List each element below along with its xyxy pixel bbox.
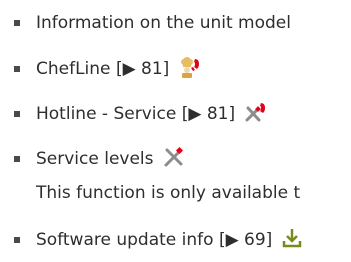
bullet (14, 66, 20, 72)
list-item-text: Hotline - Service [▶ 81] (36, 101, 268, 127)
list-item-label: Software update info (36, 230, 214, 250)
page-reference-link[interactable]: [▶ 69] (219, 230, 272, 250)
bullet (14, 237, 20, 243)
download-icon (281, 227, 303, 249)
list-item-text: ChefLine [▶ 81] (36, 56, 202, 82)
bullet (14, 111, 20, 117)
page-reference-link[interactable]: [▶ 81] (182, 104, 235, 124)
availability-note: This function is only available t (36, 183, 301, 203)
page-reference-link[interactable]: [▶ 81] (116, 59, 169, 79)
bullet (14, 20, 20, 26)
chef-phone-icon (178, 55, 202, 79)
list-item-label: Information on the unit model (36, 13, 291, 33)
list-item-label: Service levels (36, 149, 154, 169)
list-item-text: Software update info [▶ 69] (36, 227, 303, 253)
tools-phone-icon (244, 100, 268, 124)
list-item-label: Hotline - Service (36, 104, 177, 124)
list-item-label: ChefLine (36, 59, 111, 79)
bullet (14, 156, 20, 162)
tools-icon (162, 145, 186, 169)
list-item-text: Service levels (36, 146, 186, 172)
